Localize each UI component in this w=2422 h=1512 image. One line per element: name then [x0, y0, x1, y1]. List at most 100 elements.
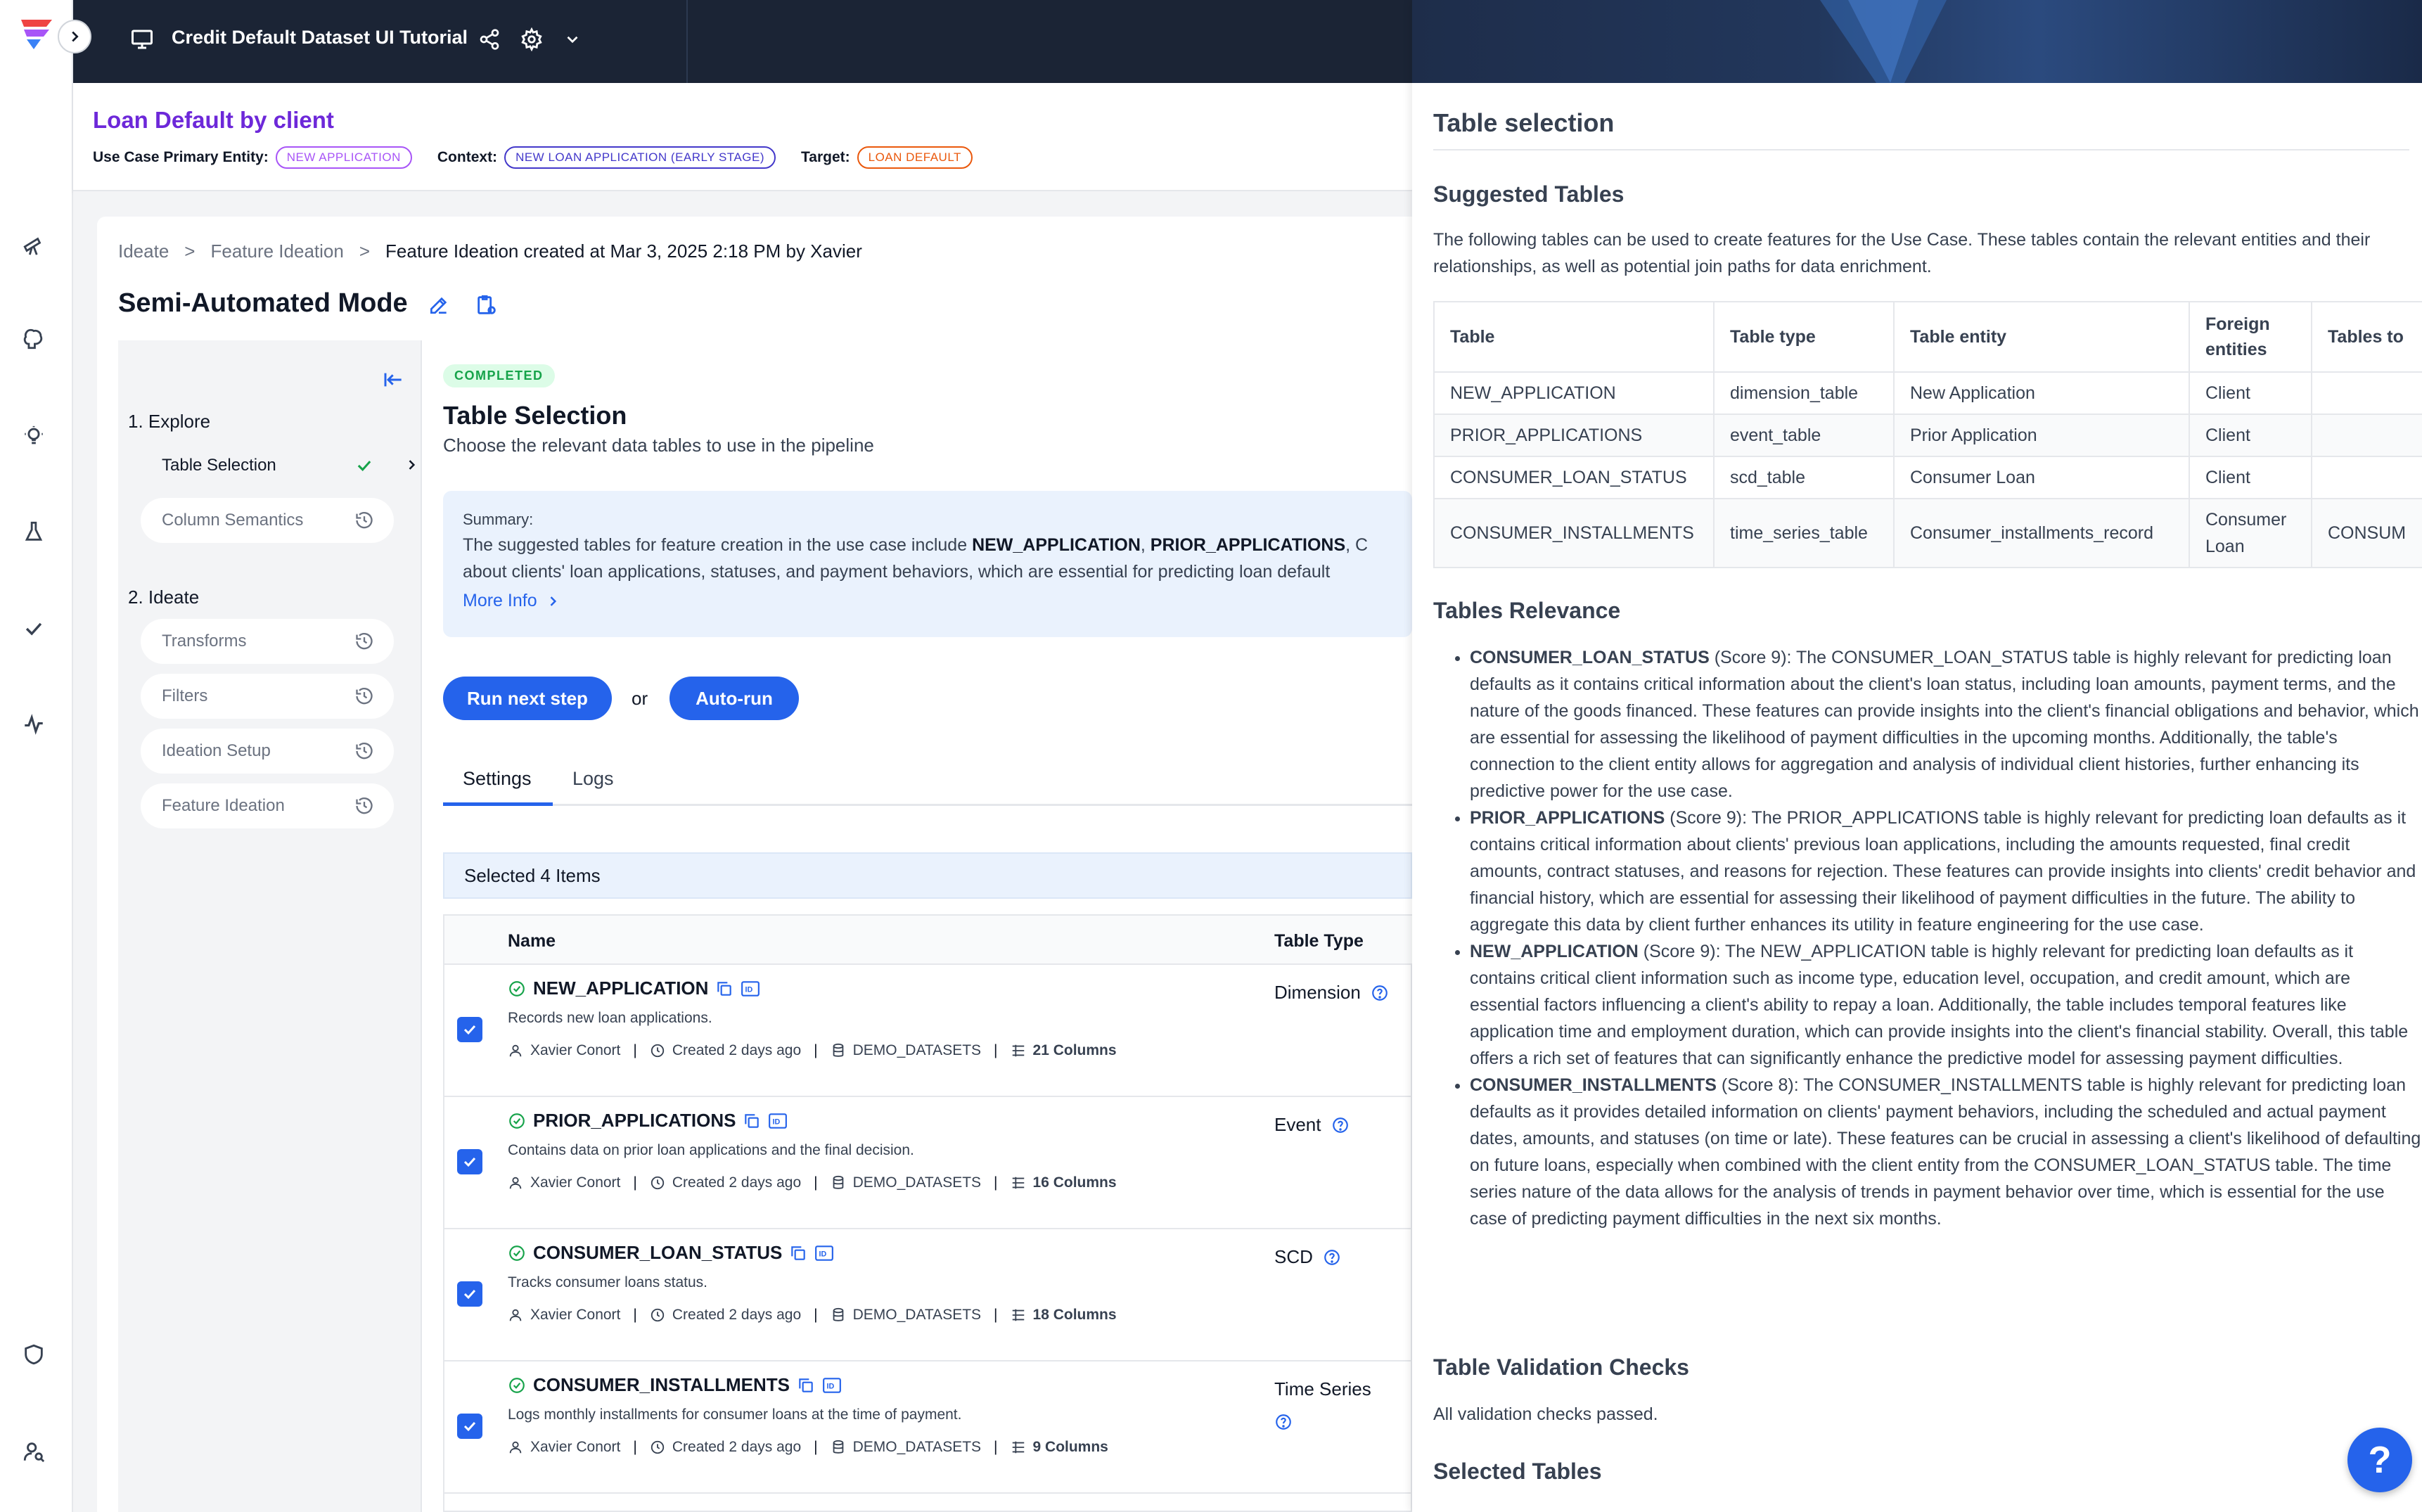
step-feature-ideation[interactable]: Feature Ideation [141, 783, 394, 828]
relevance-item: PRIOR_APPLICATIONS (Score 9): The PRIOR_… [1470, 805, 2422, 938]
active-tab-indicator [443, 802, 553, 806]
primary-entity-badge[interactable]: NEW APPLICATION [275, 146, 412, 169]
step-label: Column Semantics [162, 511, 304, 530]
row-created: Created 2 days ago [672, 1439, 802, 1455]
table-row[interactable]: CONSUMER_INSTALLMENTS ID Logs monthly in… [444, 1362, 1414, 1494]
step-column-semantics[interactable]: Column Semantics [141, 498, 394, 543]
tab-logs[interactable]: Logs [572, 768, 614, 790]
flask-icon[interactable] [20, 518, 48, 546]
step-transforms[interactable]: Transforms [141, 619, 394, 664]
check-icon[interactable] [20, 615, 48, 643]
help-button[interactable]: ? [2347, 1428, 2412, 1492]
more-info-link[interactable]: More Info [463, 591, 560, 611]
id-icon: ID [823, 1377, 841, 1393]
validation-heading: Table Validation Checks [1433, 1354, 1689, 1380]
tables-relevance-list: CONSUMER_LOAN_STATUS (Score 9): The CONS… [1453, 644, 2422, 1232]
ideate-section-label: 2. Ideate [128, 587, 200, 608]
suggested-tables-table: Table Table type Table entity Foreign en… [1433, 301, 2422, 568]
panel-divider [1433, 149, 2409, 150]
topbar-divider [686, 0, 688, 83]
help-circle-icon [1324, 1249, 1340, 1265]
column-header-name[interactable]: Name [508, 931, 556, 952]
cell: Client [2189, 371, 2312, 415]
app-title[interactable]: Credit Default Dataset UI Tutorial [172, 27, 468, 49]
cell [2311, 414, 2422, 457]
column-header-type[interactable]: Table Type [1274, 931, 1364, 952]
shield-icon[interactable] [20, 1340, 48, 1369]
step-ideation-setup[interactable]: Ideation Setup [141, 729, 394, 774]
use-case-meta: Use Case Primary Entity: NEW APPLICATION… [93, 146, 998, 169]
brain-icon[interactable] [20, 325, 48, 353]
table-row[interactable]: NEW_APPLICATION ID Records new loan appl… [444, 965, 1414, 1097]
copy-icon [717, 981, 732, 996]
database-icon [833, 1307, 843, 1321]
step-label: Table Selection [162, 456, 276, 475]
columns-icon [1012, 1044, 1024, 1057]
summary-text: The suggested tables for feature creatio… [463, 532, 1412, 585]
row-checkbox[interactable] [457, 1017, 482, 1042]
context-badge[interactable]: NEW LOAN APPLICATION (EARLY STAGE) [504, 146, 776, 169]
expand-rail-button[interactable] [58, 20, 91, 53]
tab-settings[interactable]: Settings [463, 768, 532, 790]
suggested-tables-heading: Suggested Tables [1433, 181, 1625, 207]
app-logo[interactable] [17, 15, 56, 55]
row-checkbox[interactable] [457, 1414, 482, 1439]
help-circle-icon [1276, 1414, 1291, 1430]
user-search-icon[interactable] [20, 1437, 48, 1466]
breadcrumb-current: Feature Ideation created at Mar 3, 2025 … [385, 241, 862, 262]
clipboard-settings-icon[interactable] [473, 291, 501, 319]
row-created: Created 2 days ago [672, 1174, 802, 1191]
cell: New Application [1893, 371, 2190, 415]
columns-icon [1012, 1177, 1024, 1189]
row-name-line: PRIOR_APPLICATIONS ID [508, 1110, 788, 1132]
run-next-step-button[interactable]: Run next step [443, 677, 612, 720]
cell: scd_table [1713, 456, 1895, 499]
copy-icon [799, 1378, 813, 1392]
id-icon: ID [741, 980, 760, 997]
user-icon [509, 1044, 522, 1057]
collapse-sidebar-icon[interactable] [380, 366, 408, 394]
edit-icon[interactable] [425, 291, 453, 319]
table-header: Name Table Type [444, 916, 1414, 965]
breadcrumb-ideate[interactable]: Ideate [118, 241, 169, 262]
left-rail [0, 0, 73, 1512]
activity-icon[interactable] [20, 710, 48, 738]
cell: Prior Application [1893, 414, 2190, 457]
row-name[interactable]: NEW_APPLICATION [533, 978, 708, 999]
auto-run-button[interactable]: Auto-run [669, 677, 799, 720]
summary-line1: The suggested tables for feature creatio… [463, 535, 1369, 555]
lightbulb-icon[interactable] [20, 422, 48, 450]
row-checkbox[interactable] [457, 1149, 482, 1174]
table-row[interactable]: CONSUMER_LOAN_STATUS ID Tracks consumer … [444, 1229, 1414, 1362]
row-source: DEMO_DATASETS [852, 1439, 982, 1455]
step-table-selection[interactable]: Table Selection [141, 443, 394, 488]
database-icon [833, 1043, 843, 1057]
tables-relevance-heading: Tables Relevance [1433, 598, 1621, 623]
validation-text: All validation checks passed. [1433, 1404, 1658, 1424]
row-name-line: NEW_APPLICATION ID [508, 978, 760, 999]
share-icon[interactable] [475, 25, 504, 53]
gear-icon[interactable] [518, 25, 546, 53]
row-source: DEMO_DATASETS [852, 1174, 982, 1191]
cell: dimension_table [1713, 371, 1895, 415]
breadcrumb-feature-ideation[interactable]: Feature Ideation [210, 241, 343, 262]
row-name[interactable]: CONSUMER_INSTALLMENTS [533, 1374, 790, 1396]
row-name[interactable]: PRIOR_APPLICATIONS [533, 1110, 736, 1132]
use-case-title[interactable]: Loan Default by client [93, 107, 334, 134]
or-label: or [632, 688, 648, 709]
target-badge[interactable]: LOAN DEFAULT [857, 146, 973, 169]
chevron-down-icon[interactable] [558, 25, 587, 53]
id-icon: ID [815, 1245, 834, 1261]
cell: Client [2189, 414, 2312, 457]
step-label: Transforms [162, 632, 247, 651]
chevron-right-icon [401, 454, 422, 475]
step-filters[interactable]: Filters [141, 674, 394, 719]
step-label: Ideation Setup [162, 741, 271, 760]
step-label: Feature Ideation [162, 796, 285, 815]
row-name[interactable]: CONSUMER_LOAN_STATUS [533, 1242, 782, 1264]
context-label: Context: [437, 149, 498, 165]
telescope-icon[interactable] [20, 231, 48, 259]
summary-label: Summary: [463, 511, 534, 528]
table-row[interactable]: PRIOR_APPLICATIONS ID Contains data on p… [444, 1097, 1414, 1229]
row-checkbox[interactable] [457, 1281, 482, 1307]
